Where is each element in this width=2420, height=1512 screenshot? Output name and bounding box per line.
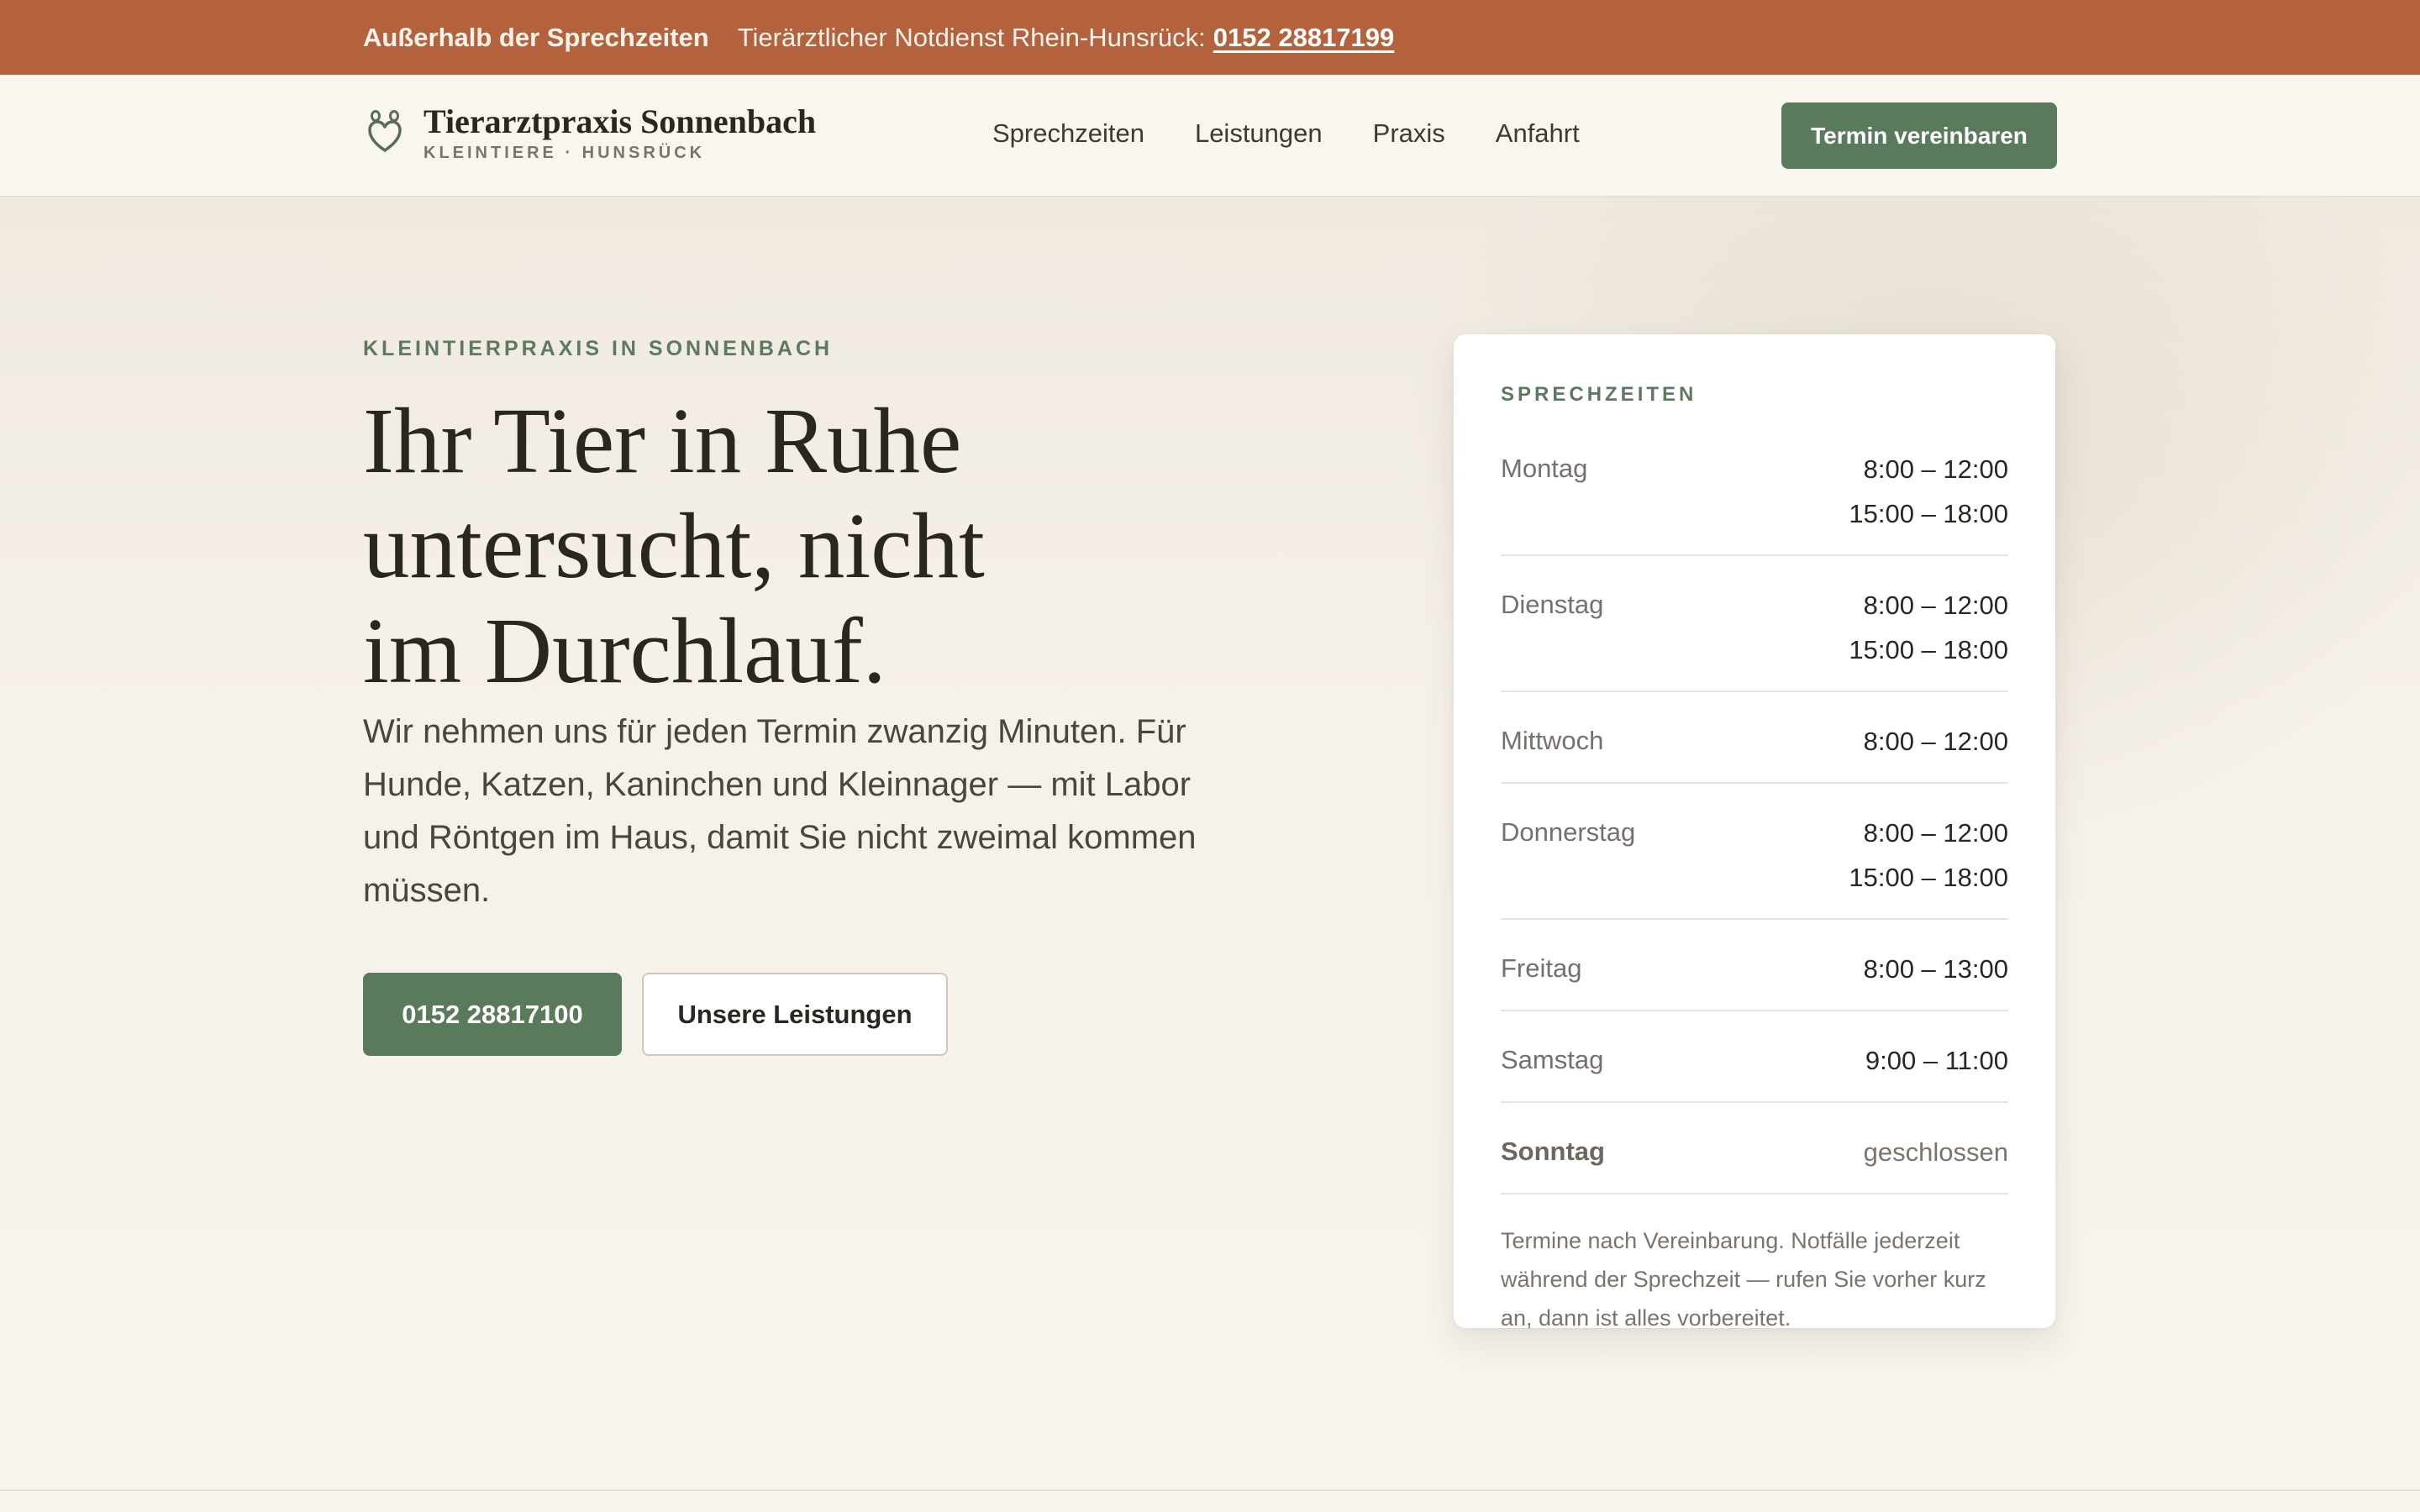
hours-day: Sonntag	[1501, 1137, 1605, 1166]
paw-heart-icon	[368, 109, 402, 152]
call-phone-button[interactable]: 0152 28817100	[363, 973, 622, 1056]
hours-day: Montag	[1501, 454, 1588, 483]
hours-row-sonntag: Sonntag geschlossen	[1501, 1121, 2008, 1194]
hours-time: 8:00 – 12:00	[1863, 818, 2008, 848]
hours-time: 8:00 – 13:00	[1863, 954, 2008, 984]
hours-row-freitag: Freitag 8:00 – 13:00	[1501, 938, 2008, 1011]
hours-time: 9:00 – 11:00	[1865, 1046, 2008, 1075]
hero-headline: Ihr Tier in Ruhe untersucht, nicht im Du…	[363, 389, 1371, 704]
notice-label: Außerhalb der Sprechzeiten	[363, 22, 709, 52]
hours-card-title: SPRECHZEITEN	[1501, 383, 1697, 406]
notice-text: Tierärztlicher Notdienst Rhein-Hunsrück:	[737, 22, 1206, 52]
hours-time: 15:00 – 18:00	[1849, 499, 2008, 528]
nav-item-sprechzeiten[interactable]: Sprechzeiten	[992, 118, 1144, 149]
hero-eyebrow: KLEINTIERPRAXIS IN SONNENBACH	[363, 337, 834, 360]
section-divider	[0, 1489, 2420, 1491]
hours-note: Termine nach Vereinbarung. Notfälle jede…	[1501, 1228, 1986, 1331]
hours-day: Donnerstag	[1501, 817, 1636, 847]
hours-row-donnerstag: Donnerstag 8:00 – 12:00 15:00 – 18:00	[1501, 802, 2008, 920]
headline-line-3: im Durchlauf.	[363, 600, 886, 703]
nav-item-anfahrt[interactable]: Anfahrt	[1496, 118, 1580, 149]
hours-day: Samstag	[1501, 1045, 1604, 1074]
headline-line-1: Ihr Tier in Ruhe	[363, 390, 962, 493]
services-button[interactable]: Unsere Leistungen	[642, 973, 948, 1056]
hero-lead-text: Wir nehmen uns für jeden Termin zwanzig …	[363, 713, 1197, 909]
hero-section: KLEINTIERPRAXIS IN SONNENBACH Ihr Tier i…	[0, 197, 2420, 1491]
hours-row-dienstag: Dienstag 8:00 – 12:00 15:00 – 18:00	[1501, 575, 2008, 692]
hours-closed-label: geschlossen	[1863, 1137, 2008, 1167]
main-navigation: Sprechzeiten Leistungen Praxis Anfahrt	[992, 118, 1580, 149]
nav-item-leistungen[interactable]: Leistungen	[1195, 118, 1323, 149]
hours-row-samstag: Samstag 9:00 – 11:00	[1501, 1030, 2008, 1103]
headline-line-2: untersucht, nicht	[363, 495, 985, 598]
site-header: Tierarztpraxis Sonnenbach KLEINTIERE · H…	[0, 75, 2420, 197]
emergency-phone-link[interactable]: 0152 28817199	[1213, 23, 1395, 53]
hours-day: Dienstag	[1501, 590, 1604, 619]
nav-item-praxis[interactable]: Praxis	[1373, 118, 1445, 149]
hours-time: 8:00 – 12:00	[1863, 454, 2008, 484]
opening-hours-card: SPRECHZEITEN Montag 8:00 – 12:00 15:00 –…	[1454, 334, 2055, 1331]
hours-row-montag: Montag 8:00 – 12:00 15:00 – 18:00	[1501, 438, 2008, 556]
emergency-notice-bar: Außerhalb der Sprechzeiten Tierärztliche…	[0, 0, 2420, 75]
hours-day: Freitag	[1501, 953, 1582, 983]
hours-row-mittwoch: Mittwoch 8:00 – 12:00	[1501, 711, 2008, 784]
hours-time: 8:00 – 12:00	[1863, 727, 2008, 756]
hours-day: Mittwoch	[1501, 726, 1604, 755]
hours-time: 8:00 – 12:00	[1863, 591, 2008, 620]
brand-tagline: KLEINTIERE · HUNSRÜCK	[424, 144, 706, 162]
hours-time: 15:00 – 18:00	[1849, 863, 2008, 892]
book-appointment-button[interactable]: Termin vereinbaren	[1781, 102, 2057, 169]
hours-time: 15:00 – 18:00	[1849, 635, 2008, 664]
brand-logo-link[interactable]: Tierarztpraxis Sonnenbach KLEINTIERE · H…	[363, 103, 816, 163]
brand-name: Tierarztpraxis Sonnenbach	[424, 102, 817, 140]
